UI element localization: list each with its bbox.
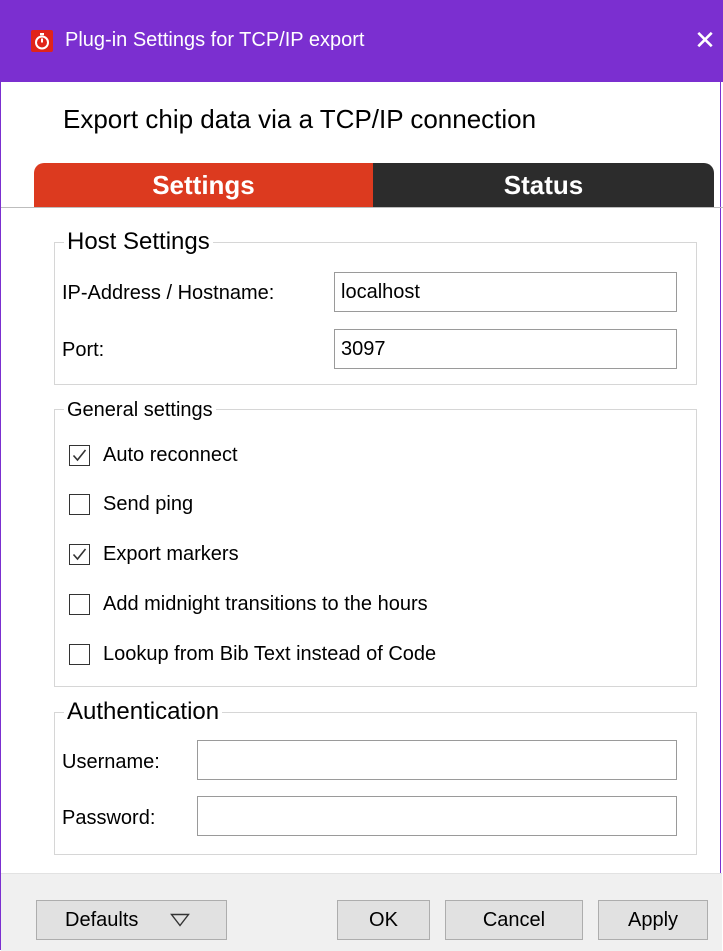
hostname-label: IP-Address / Hostname: <box>62 282 275 304</box>
lookup-bib-text-label: Lookup from Bib Text instead of Code <box>103 643 437 665</box>
auto-reconnect-checkbox[interactable] <box>69 445 90 466</box>
defaults-button[interactable]: Defaults <box>36 900 227 940</box>
hostname-input[interactable]: localhost <box>334 272 677 312</box>
tab-settings[interactable]: Settings <box>34 163 373 207</box>
ok-button[interactable]: OK <box>337 900 430 940</box>
checkmark-icon <box>72 548 87 561</box>
host-settings-legend: Host Settings <box>64 228 213 256</box>
password-label: Password: <box>62 807 156 829</box>
tab-bar: Settings Status <box>34 163 714 207</box>
cancel-button[interactable]: Cancel <box>445 900 583 940</box>
dialog-subtitle: Export chip data via a TCP/IP connection <box>63 104 537 134</box>
close-button[interactable]: ✕ <box>691 26 719 54</box>
username-input[interactable] <box>197 740 677 780</box>
port-label: Port: <box>62 339 105 361</box>
send-ping-label: Send ping <box>103 493 194 515</box>
export-markers-checkbox[interactable] <box>69 544 90 565</box>
send-ping-checkbox[interactable] <box>69 494 90 515</box>
lookup-bib-text-checkbox[interactable] <box>69 644 90 665</box>
username-label: Username: <box>62 751 160 773</box>
tab-status[interactable]: Status <box>373 163 714 207</box>
authentication-legend: Authentication <box>64 698 223 726</box>
midnight-transitions-label: Add midnight transitions to the hours <box>103 593 428 615</box>
password-input[interactable] <box>197 796 677 836</box>
midnight-transitions-checkbox[interactable] <box>69 594 90 615</box>
tab-divider <box>1 207 723 208</box>
triangle-down-icon <box>170 913 190 927</box>
dialog-footer: Defaults OK Cancel Apply <box>1 873 722 951</box>
export-markers-label: Export markers <box>103 543 239 565</box>
window-title: Plug-in Settings for TCP/IP export <box>65 29 365 51</box>
apply-button[interactable]: Apply <box>598 900 708 940</box>
port-input[interactable]: 3097 <box>334 329 677 369</box>
title-bar: Plug-in Settings for TCP/IP export ✕ <box>1 0 723 82</box>
general-settings-legend: General settings <box>64 399 216 422</box>
stopwatch-icon <box>31 30 53 52</box>
dialog-window: Plug-in Settings for TCP/IP export ✕ Exp… <box>0 0 723 951</box>
auto-reconnect-label: Auto reconnect <box>103 444 238 466</box>
checkmark-icon <box>72 449 87 462</box>
defaults-button-label: Defaults <box>65 909 139 931</box>
